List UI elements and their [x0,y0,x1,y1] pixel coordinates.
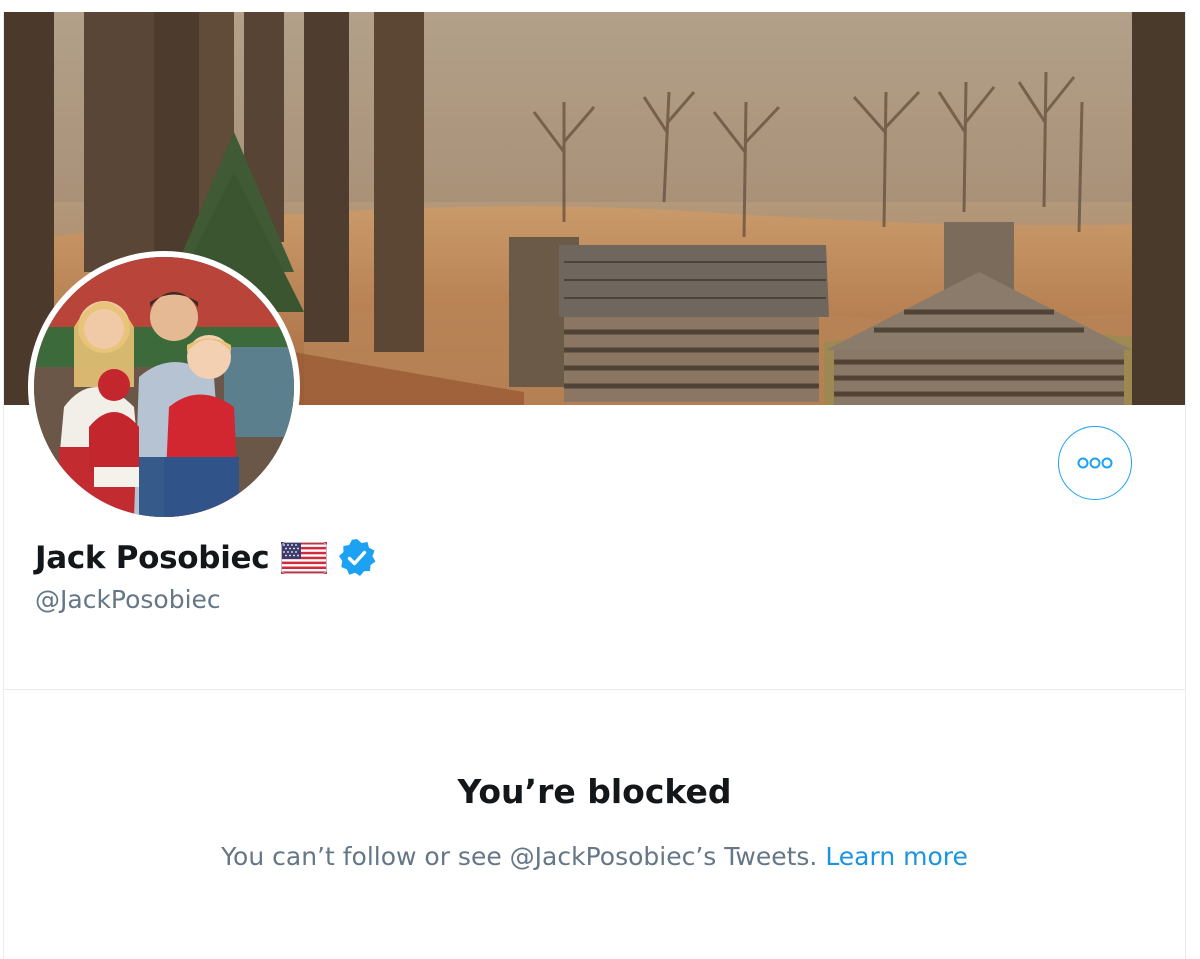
profile-page: Jack Posobiec @JackPosobiec You’re block… [3,12,1186,959]
verified-badge-icon [339,539,376,576]
blocked-title: You’re blocked [457,772,732,811]
more-options-icon [1077,457,1113,469]
profile-name-row: Jack Posobiec [35,536,377,580]
learn-more-link[interactable]: Learn more [825,842,968,871]
profile-name: Jack Posobiec [35,540,270,576]
blocked-message-row: You can’t follow or see @JackPosobiec’s … [4,842,1185,871]
profile-avatar[interactable] [28,251,300,523]
divider [4,689,1185,690]
blocked-message: You can’t follow or see @JackPosobiec’s … [221,842,818,871]
profile-handle: @JackPosobiec [35,585,221,614]
more-options-button[interactable] [1058,426,1132,500]
us-flag-icon [281,542,328,574]
